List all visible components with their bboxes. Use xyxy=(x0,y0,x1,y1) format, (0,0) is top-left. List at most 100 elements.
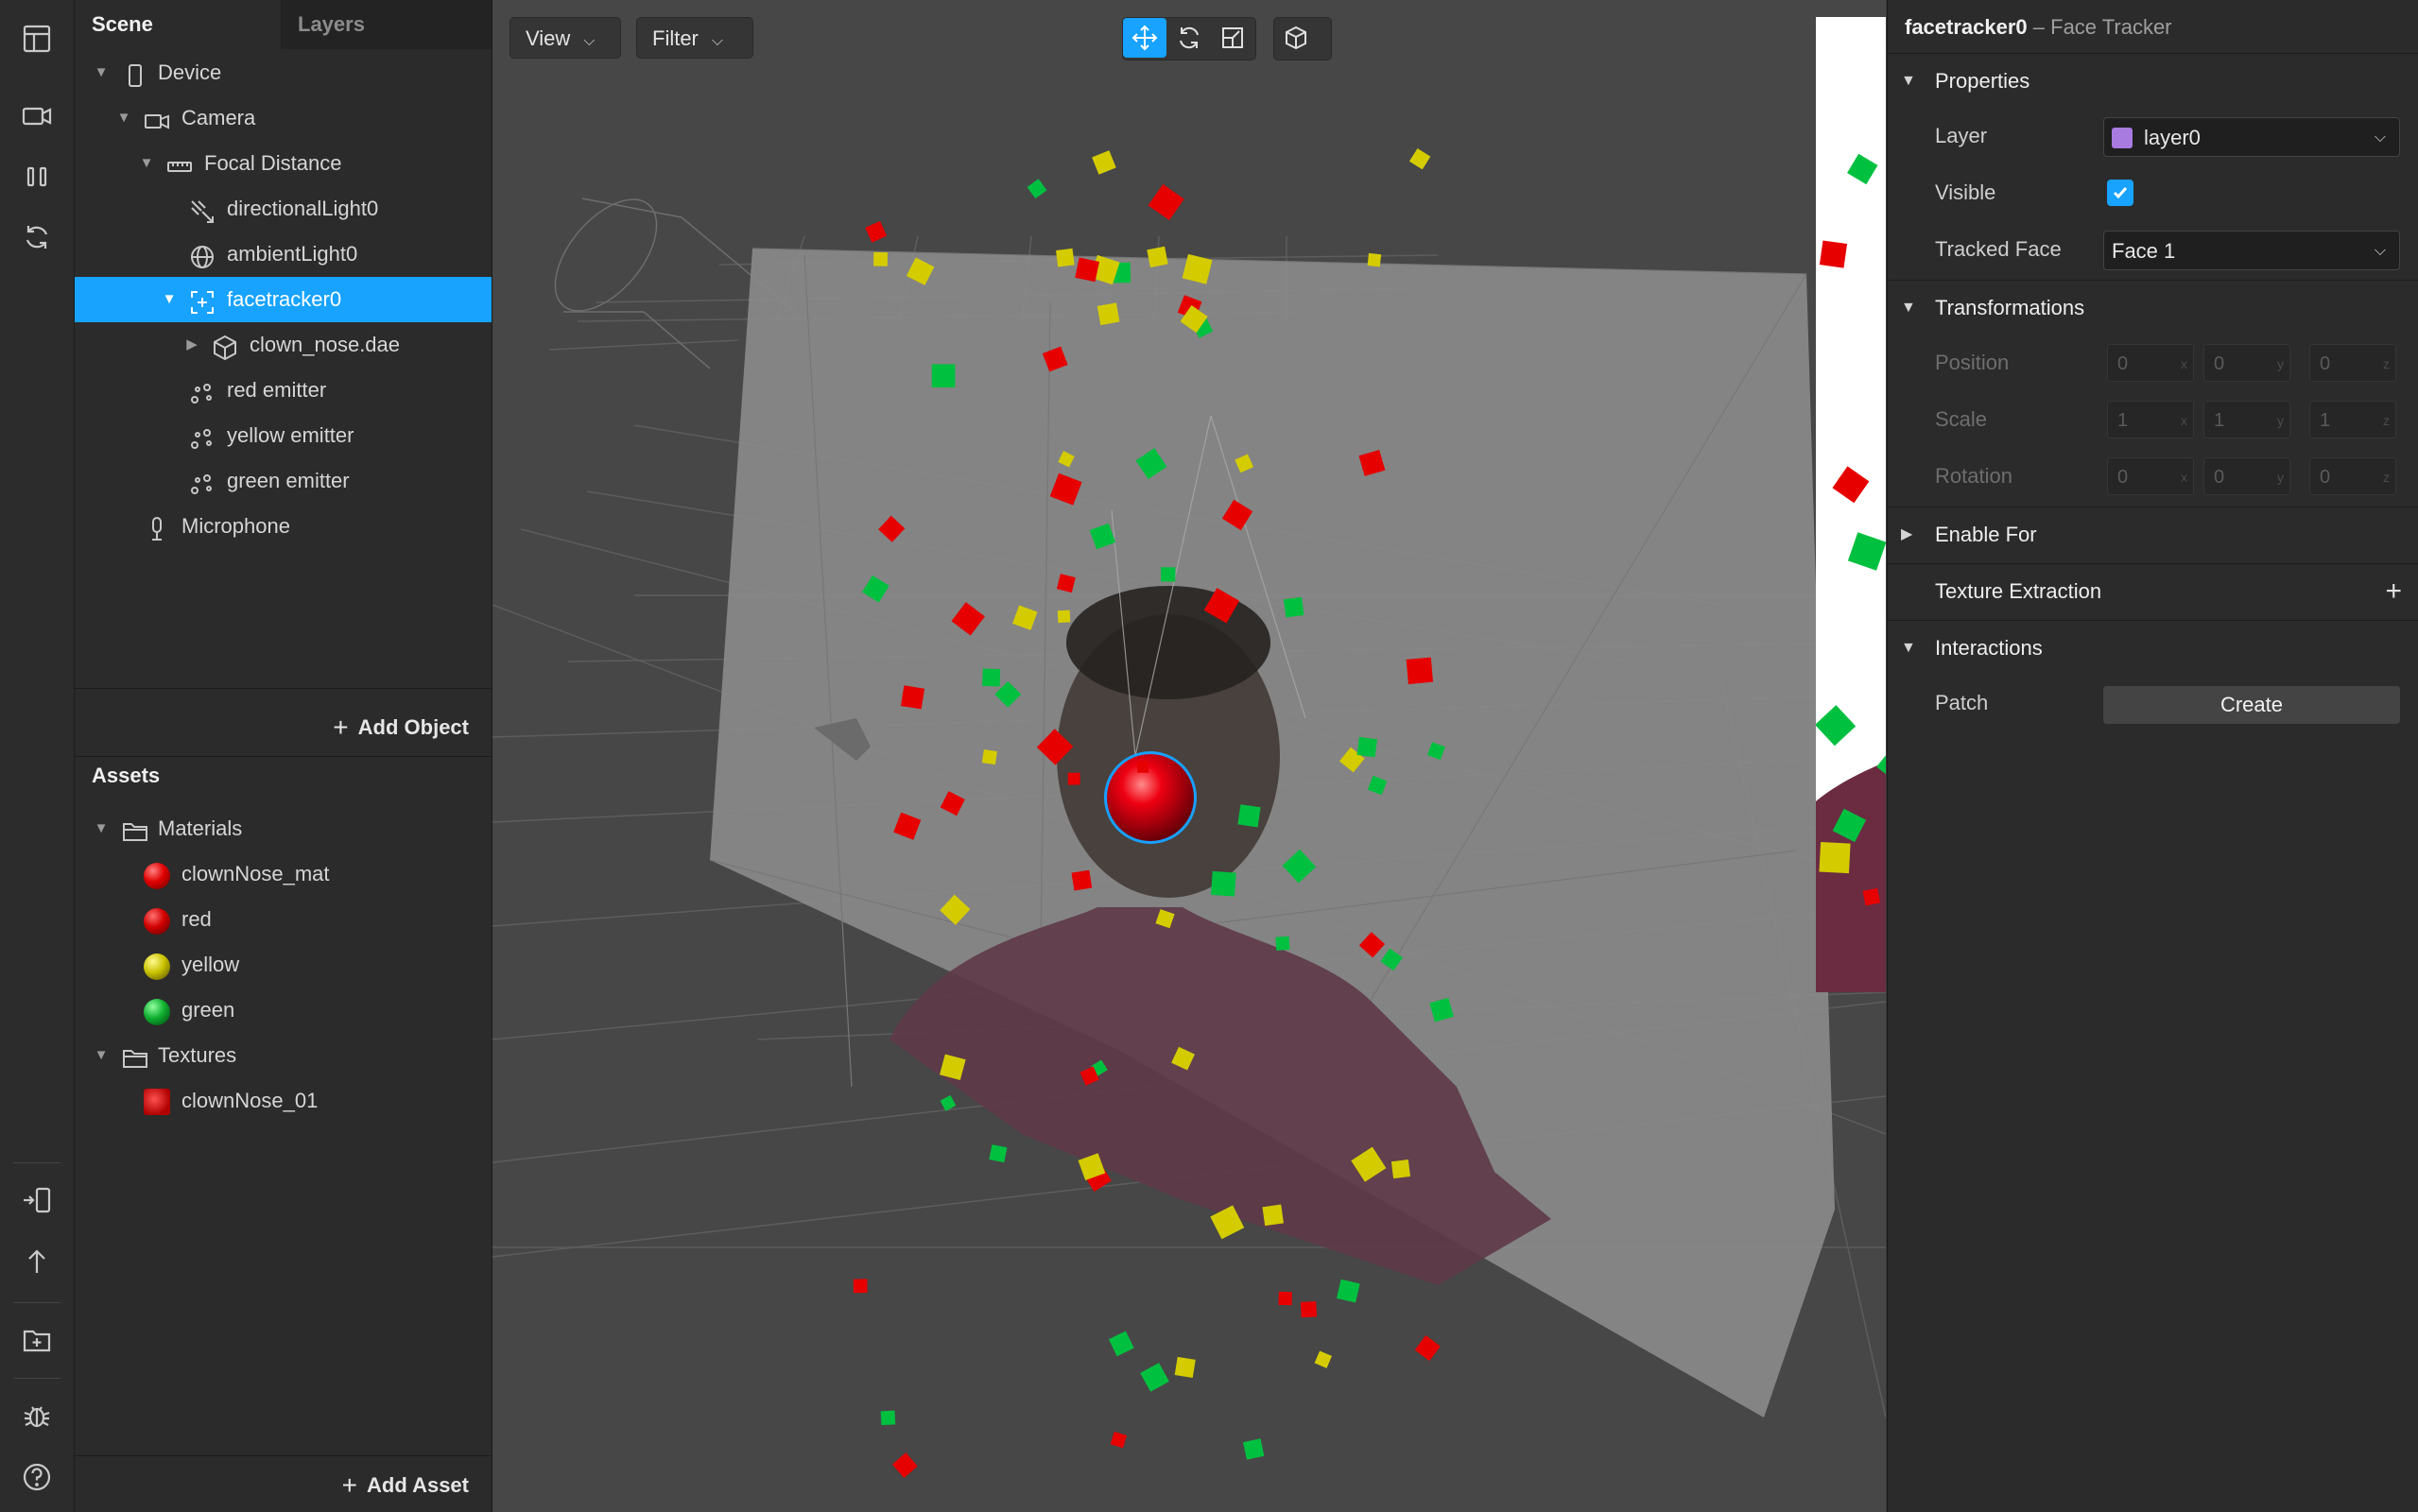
scale-x-field[interactable]: 1x xyxy=(2107,401,2194,438)
expand-arrow-icon[interactable]: ▶ xyxy=(182,322,201,368)
tree-item-label: yellow xyxy=(181,953,240,976)
tree-item-clownnose-mat[interactable]: clownNose_mat xyxy=(75,851,492,897)
layout-icon[interactable] xyxy=(13,15,60,62)
layer-dropdown[interactable]: layer0 ⌵ xyxy=(2103,117,2400,157)
refresh-icon[interactable] xyxy=(13,214,60,261)
tree-item-yellow-emitter[interactable]: yellow emitter xyxy=(75,413,492,458)
section-properties[interactable]: ▼ Properties xyxy=(1888,53,2418,108)
confetti-piece xyxy=(1283,596,1304,618)
filter-menu-button[interactable]: Filter ⌵ xyxy=(636,17,753,59)
confetti-piece xyxy=(931,364,956,388)
rotation-z-value: 0 xyxy=(2320,467,2331,488)
tree-item-label: ambientLight0 xyxy=(227,242,358,266)
confetti-piece xyxy=(1406,657,1434,684)
tree-item-ambient-light[interactable]: ambientLight0 xyxy=(75,232,492,277)
add-object-button[interactable]: + Add Object xyxy=(333,709,469,747)
rotation-label: Rotation xyxy=(1935,464,2012,488)
collapse-arrow-icon[interactable]: ▼ xyxy=(114,95,133,141)
confetti-piece xyxy=(1067,772,1080,785)
position-y-field[interactable]: 0y xyxy=(2203,344,2290,382)
tracked-face-dropdown[interactable]: Face 1 ⌵ xyxy=(2103,231,2400,270)
tree-item-facetracker[interactable]: ▼ facetracker0 xyxy=(75,277,492,322)
confetti-piece xyxy=(1356,736,1377,758)
layer-label: Layer xyxy=(1935,124,1988,147)
add-folder-icon[interactable] xyxy=(13,1316,60,1364)
tree-item-directional-light[interactable]: directionalLight0 xyxy=(75,186,492,232)
tree-item-focal-distance[interactable]: ▼ Focal Distance xyxy=(75,141,492,186)
collapse-arrow-icon[interactable]: ▼ xyxy=(160,277,179,322)
add-texture-extraction-icon[interactable]: + xyxy=(2385,564,2402,619)
position-x-field[interactable]: 0x xyxy=(2107,344,2194,382)
create-patch-button[interactable]: Create xyxy=(2103,686,2400,724)
axis-label: x xyxy=(2181,470,2187,485)
scale-y-field[interactable]: 1y xyxy=(2203,401,2290,438)
tree-item-microphone[interactable]: Microphone xyxy=(75,504,492,549)
confetti-piece xyxy=(1147,246,1168,268)
help-icon[interactable] xyxy=(13,1453,60,1501)
tree-item-clownnose-texture[interactable]: clownNose_01 xyxy=(75,1078,492,1124)
collapse-arrow-icon[interactable]: ▼ xyxy=(92,50,111,95)
tree-item-materials[interactable]: ▼ Materials xyxy=(75,806,492,851)
tree-item-textures[interactable]: ▼ Textures xyxy=(75,1033,492,1078)
rotation-x-field[interactable]: 0x xyxy=(2107,457,2194,495)
rotate-icon[interactable] xyxy=(1167,18,1211,58)
axis-label: z xyxy=(2383,413,2390,428)
tree-item-clown-nose[interactable]: ▶ clown_nose.dae xyxy=(75,322,492,368)
section-interactions[interactable]: ▼ Interactions xyxy=(1888,620,2418,675)
collapse-arrow-icon[interactable]: ▼ xyxy=(137,141,156,186)
tree-item-camera[interactable]: ▼ Camera xyxy=(75,95,492,141)
confetti-piece xyxy=(1148,183,1184,221)
tab-layers[interactable]: Layers xyxy=(281,0,492,49)
clown-nose[interactable] xyxy=(1107,754,1194,841)
section-transformations[interactable]: ▼ Transformations xyxy=(1888,280,2418,335)
tree-item-green-emitter[interactable]: green emitter xyxy=(75,458,492,504)
scene-viewport[interactable]: View ⌵ Filter ⌵ xyxy=(492,0,1886,1512)
visible-checkbox[interactable] xyxy=(2107,180,2133,206)
rotation-z-field[interactable]: 0z xyxy=(2309,457,2396,495)
directional-light-icon xyxy=(189,196,216,223)
tree-item-red-emitter[interactable]: red emitter xyxy=(75,368,492,413)
cube-icon[interactable] xyxy=(1274,18,1318,58)
view-menu-button[interactable]: View ⌵ xyxy=(510,17,621,59)
collapse-arrow-icon[interactable]: ▼ xyxy=(92,806,111,851)
pause-icon[interactable] xyxy=(13,153,60,200)
section-texture-extraction[interactable]: Texture Extraction + xyxy=(1888,563,2418,618)
axis-label: z xyxy=(2383,356,2390,371)
scale-icon[interactable] xyxy=(1211,18,1254,58)
assets-header: Assets xyxy=(92,764,161,787)
confetti-piece xyxy=(1075,257,1100,283)
position-y-value: 0 xyxy=(2214,353,2225,374)
video-camera-icon[interactable] xyxy=(13,93,60,140)
confetti-piece xyxy=(853,1279,868,1294)
position-z-field[interactable]: 0z xyxy=(2309,344,2396,382)
rail-divider xyxy=(13,1302,60,1303)
confetti-piece xyxy=(1408,147,1431,170)
inspector-panel: facetracker0 – Face Tracker ▼ Properties… xyxy=(1887,0,2418,1512)
panel-divider xyxy=(75,1455,492,1456)
tree-item-yellow[interactable]: yellow xyxy=(75,942,492,988)
tree-item-device[interactable]: ▼ Device xyxy=(75,50,492,95)
confetti-piece xyxy=(1300,1301,1318,1318)
rotation-y-field[interactable]: 0y xyxy=(2203,457,2290,495)
confetti-piece xyxy=(982,668,1001,687)
device-icon xyxy=(122,60,148,87)
tree-item-label: red xyxy=(181,907,212,931)
tree-item-label: Materials xyxy=(158,816,243,840)
confetti-piece xyxy=(873,251,889,266)
upload-icon[interactable] xyxy=(13,1238,60,1285)
collapse-arrow-icon[interactable]: ▼ xyxy=(92,1033,111,1078)
device-preview[interactable] xyxy=(1816,17,1886,992)
confetti-piece xyxy=(1140,1363,1169,1392)
scale-z-field[interactable]: 1z xyxy=(2309,401,2396,438)
emitter-icon xyxy=(189,422,216,449)
move-icon[interactable] xyxy=(1123,18,1166,58)
confetti-piece xyxy=(1211,870,1236,897)
add-asset-button[interactable]: + Add Asset xyxy=(342,1467,469,1504)
tree-item-red[interactable]: red xyxy=(75,897,492,942)
tab-scene[interactable]: Scene xyxy=(75,0,281,49)
tree-item-green[interactable]: green xyxy=(75,988,492,1033)
bug-icon[interactable] xyxy=(13,1392,60,1439)
section-enable-for[interactable]: ▶ Enable For xyxy=(1888,507,2418,561)
folder-icon xyxy=(122,1042,148,1069)
send-to-device-icon[interactable] xyxy=(13,1177,60,1224)
